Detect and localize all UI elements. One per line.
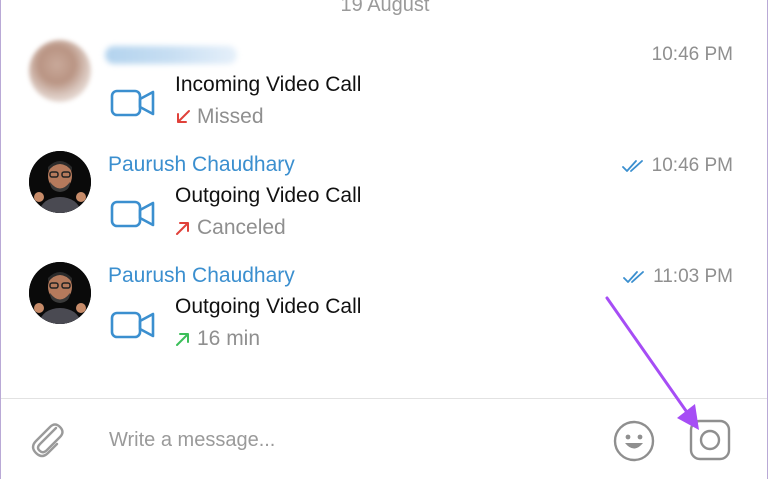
smiley-icon[interactable] — [612, 419, 656, 463]
call-message[interactable]: Paurush Chaudhary 11:03 PM Outgoing Vide… — [1, 262, 768, 372]
video-camera-icon[interactable] — [110, 88, 156, 118]
call-status: 16 min — [175, 327, 260, 351]
sender-name[interactable]: Paurush Chaudhary — [108, 153, 295, 177]
sender-name[interactable]: Paurush Chaudhary — [108, 264, 295, 288]
double-check-icon — [621, 160, 643, 172]
video-camera-icon[interactable] — [110, 199, 156, 229]
avatar[interactable] — [29, 40, 91, 102]
chat-screen: 19 August 10:46 PM Incoming Video Call M… — [0, 0, 768, 479]
memoji-avatar-image — [29, 262, 91, 324]
date-header: 19 August — [340, 0, 430, 16]
sender-name-redacted — [105, 46, 237, 64]
message-composer — [1, 398, 767, 479]
memoji-avatar-image — [29, 151, 91, 213]
call-message[interactable]: Paurush Chaudhary 10:46 PM Outgoing Vide… — [1, 151, 768, 261]
message-time: 10:46 PM — [621, 155, 733, 177]
call-title: Outgoing Video Call — [175, 295, 362, 318]
call-status: Canceled — [175, 216, 286, 240]
call-status: Missed — [175, 105, 264, 129]
double-check-icon — [623, 271, 644, 283]
message-time: 10:46 PM — [651, 44, 733, 65]
outgoing-arrow-icon — [176, 222, 189, 235]
message-input[interactable] — [107, 423, 581, 457]
incoming-arrow-icon — [177, 110, 190, 123]
avatar[interactable] — [29, 262, 91, 324]
message-time: 11:03 PM — [623, 266, 733, 288]
video-camera-icon[interactable] — [110, 310, 156, 340]
camera-icon[interactable] — [689, 419, 731, 461]
call-message[interactable]: 10:46 PM Incoming Video Call Missed — [1, 40, 768, 150]
paperclip-icon[interactable] — [27, 419, 67, 459]
avatar[interactable] — [29, 151, 91, 213]
call-title: Incoming Video Call — [175, 73, 362, 96]
call-title: Outgoing Video Call — [175, 184, 362, 207]
outgoing-arrow-icon — [176, 333, 189, 346]
